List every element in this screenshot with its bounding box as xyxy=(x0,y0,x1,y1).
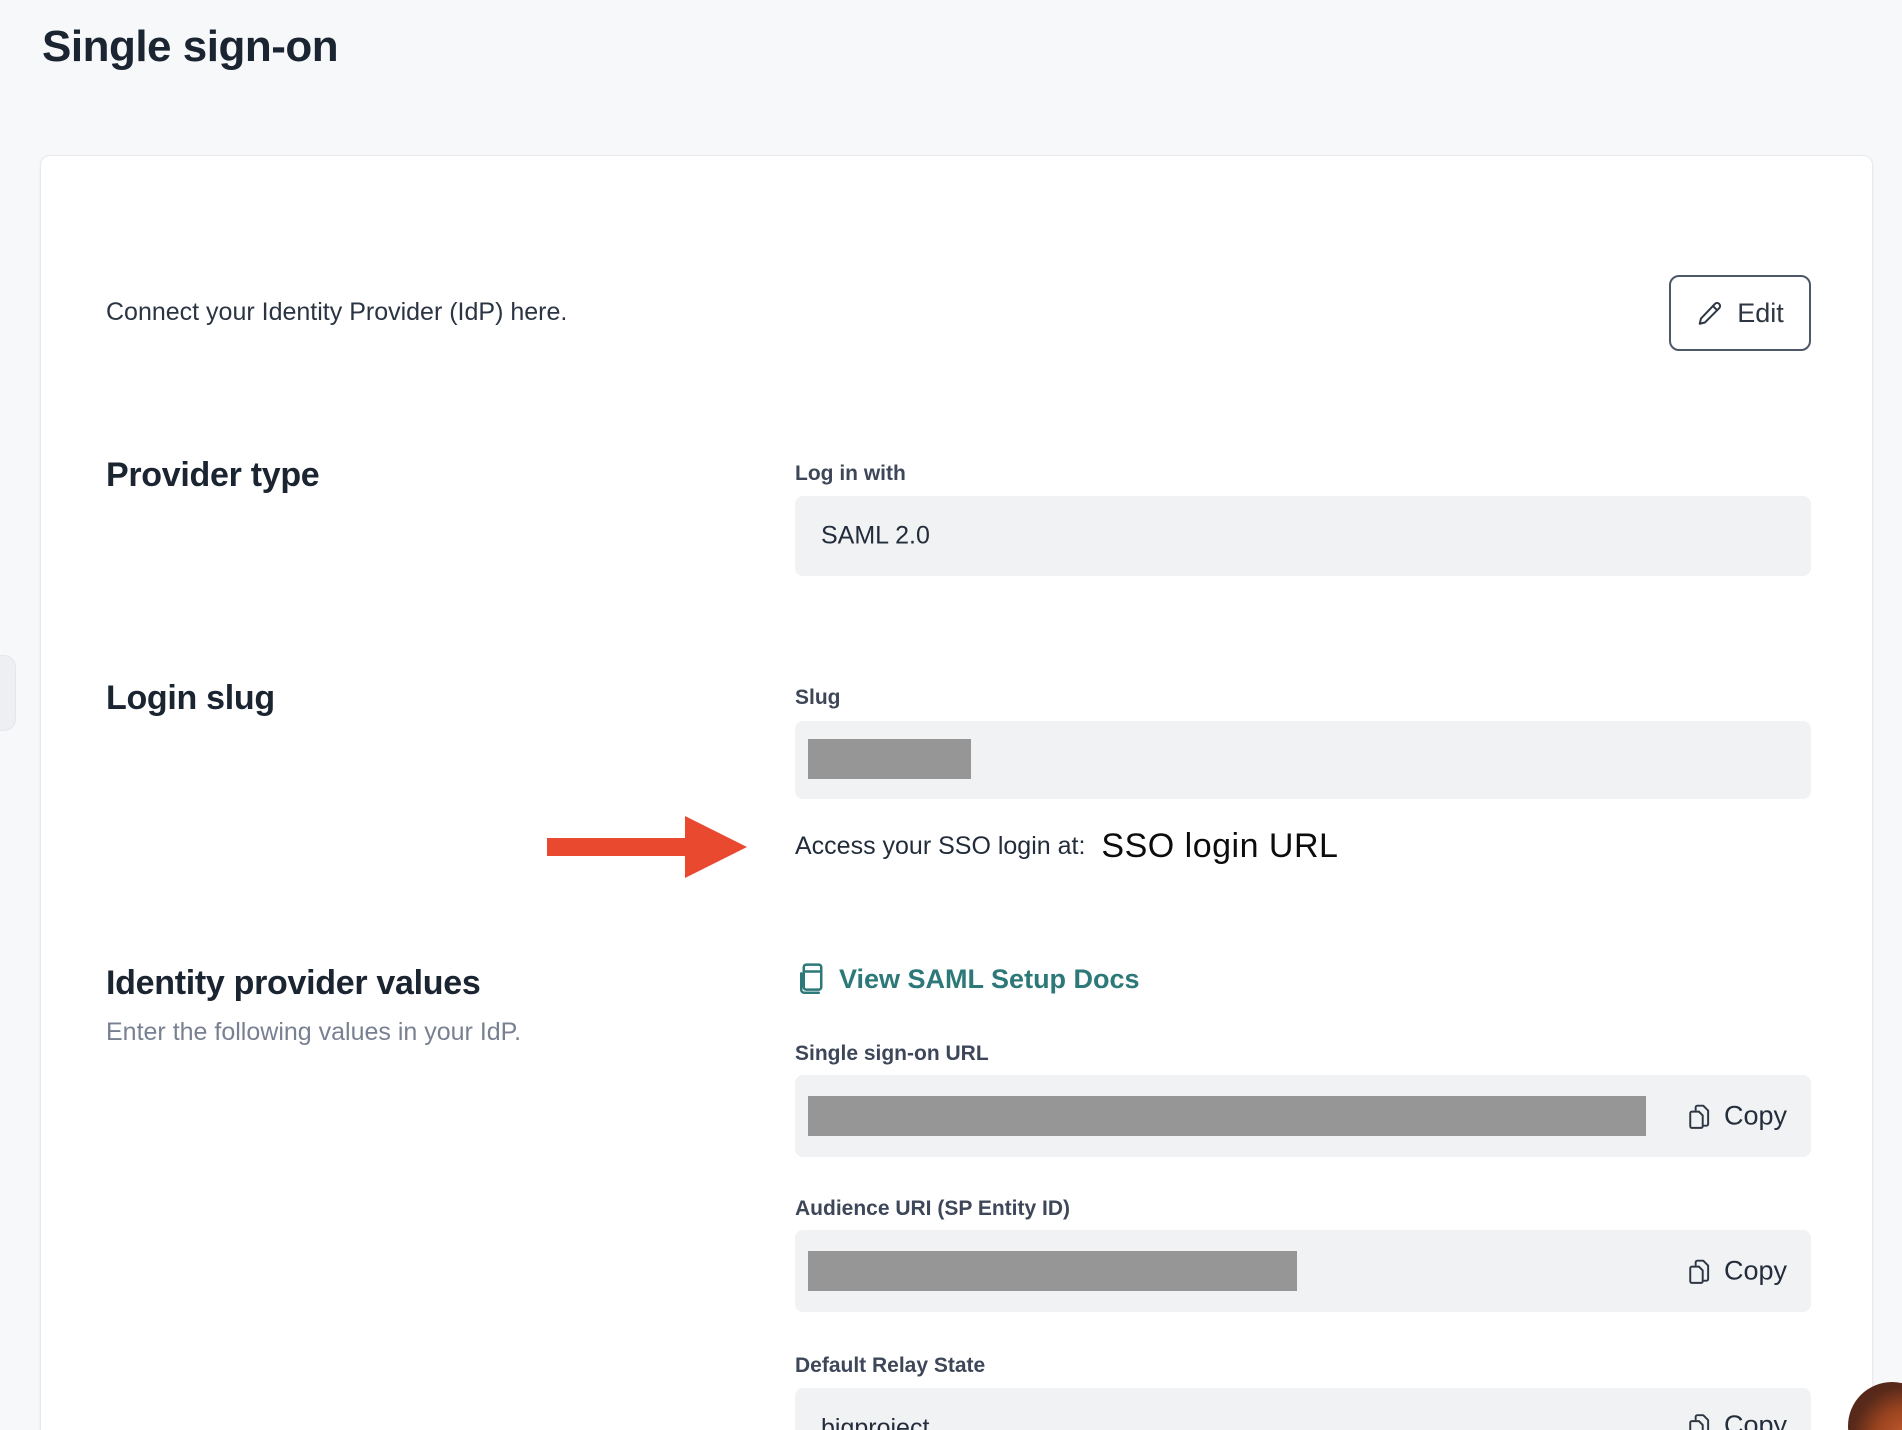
access-login-row: Access your SSO login at: SSO login URL xyxy=(795,818,1338,874)
field-label-single-sign-on-url: Single sign-on URL xyxy=(795,1042,989,1066)
copy-relay-state-button[interactable]: Copy xyxy=(1687,1410,1787,1430)
pencil-icon xyxy=(1696,299,1724,327)
page-title: Single sign-on xyxy=(42,22,338,72)
copy-button-label: Copy xyxy=(1724,1256,1787,1287)
copy-audience-uri-button[interactable]: Copy xyxy=(1687,1256,1787,1287)
default-relay-state-field: bigproject Copy xyxy=(795,1388,1811,1430)
login-with-label: Log in with xyxy=(795,462,906,486)
edit-button[interactable]: Edit xyxy=(1669,275,1811,351)
copy-sso-url-button[interactable]: Copy xyxy=(1687,1101,1787,1132)
login-with-value: SAML 2.0 xyxy=(821,522,930,551)
slug-redacted-value xyxy=(808,739,971,779)
copy-icon xyxy=(1687,1101,1713,1131)
field-label-default-relay-state: Default Relay State xyxy=(795,1354,985,1378)
sso-settings-card: Connect your Identity Provider (IdP) her… xyxy=(40,155,1873,1430)
audience-uri-field: Copy xyxy=(795,1230,1811,1312)
idp-values-subtext: Enter the following values in your IdP. xyxy=(106,1018,521,1047)
audience-uri-redacted-value xyxy=(808,1251,1297,1291)
intro-text: Connect your Identity Provider (IdP) her… xyxy=(106,298,567,327)
copy-button-label: Copy xyxy=(1724,1101,1787,1132)
sso-settings-page: Single sign-on Connect your Identity Pro… xyxy=(0,0,1902,1430)
edit-button-label: Edit xyxy=(1737,298,1784,329)
slug-field xyxy=(795,721,1811,799)
field-label-audience-uri: Audience URI (SP Entity ID) xyxy=(795,1197,1070,1221)
default-relay-state-value: bigproject xyxy=(821,1414,929,1430)
journal-icon xyxy=(795,962,825,996)
section-heading-idp-values: Identity provider values xyxy=(106,964,480,1003)
section-heading-provider-type: Provider type xyxy=(106,456,319,495)
section-heading-login-slug: Login slug xyxy=(106,679,275,718)
annotation-arrow-icon xyxy=(547,816,747,878)
saml-docs-link[interactable]: View SAML Setup Docs xyxy=(795,962,1140,996)
docs-link-label: View SAML Setup Docs xyxy=(839,964,1140,995)
copy-button-label: Copy xyxy=(1724,1410,1787,1430)
sso-url-redacted-value xyxy=(808,1096,1646,1136)
left-drawer-handle xyxy=(0,655,16,731)
sso-login-url-annotation: SSO login URL xyxy=(1101,827,1338,866)
login-with-value-field: SAML 2.0 xyxy=(795,496,1811,576)
copy-icon xyxy=(1687,1411,1713,1430)
sso-url-field: Copy xyxy=(795,1075,1811,1157)
access-text: Access your SSO login at: xyxy=(795,832,1085,861)
copy-icon xyxy=(1687,1256,1713,1286)
slug-label: Slug xyxy=(795,686,841,710)
